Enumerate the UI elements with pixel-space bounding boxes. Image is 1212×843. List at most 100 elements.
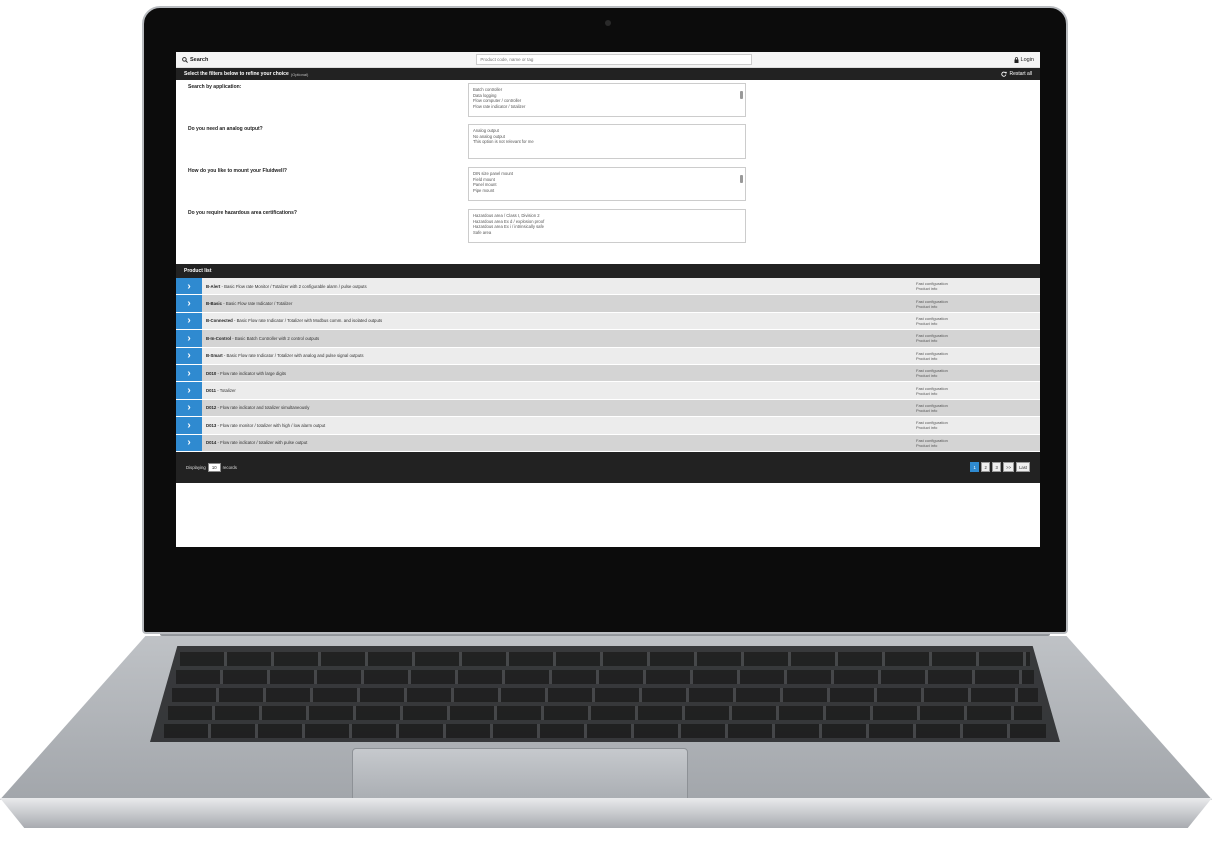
product-code[interactable]: D010 xyxy=(206,371,216,376)
select-option[interactable]: Flow rate indicator / totalizer xyxy=(473,104,741,110)
product-links: Fast configuration Product info xyxy=(916,368,1040,378)
analog-output-select[interactable]: Analog output No analog output This opti… xyxy=(468,124,746,159)
product-code[interactable]: D014 xyxy=(206,440,216,445)
select-option[interactable]: This option is not relevant for me xyxy=(473,139,741,145)
product-row[interactable]: › D014 - Flow rate indicator / totalizer … xyxy=(176,434,1040,452)
chevron-right-icon[interactable]: › xyxy=(176,312,202,330)
laptop-front-edge xyxy=(0,798,1212,828)
search-label: Search xyxy=(190,56,209,63)
product-description: - Basic Batch Controller with 2 control … xyxy=(231,335,320,341)
product-description: - Totalizer xyxy=(216,388,236,394)
restart-all-button[interactable]: Restart all xyxy=(1001,71,1032,77)
filter-section: Search by application: Batch controller … xyxy=(176,80,1040,264)
product-links: Fast configuration Product info xyxy=(916,386,1040,396)
product-info-link[interactable]: Product info xyxy=(916,443,1040,448)
product-info-link[interactable]: Product info xyxy=(916,321,1040,326)
product-info-link[interactable]: Product info xyxy=(916,425,1040,430)
product-code[interactable]: B-Smart xyxy=(206,353,223,358)
product-name[interactable]: D010 - Flow rate indicator with large di… xyxy=(206,371,916,376)
product-row[interactable]: › B-Alert - Basic Flow rate Monitor / Tot… xyxy=(176,278,1040,296)
product-name[interactable]: D011 - Totalizer xyxy=(206,388,916,393)
mounting-select[interactable]: DIN size panel mount Field mount Panel m… xyxy=(468,167,746,201)
chevron-right-icon[interactable]: › xyxy=(176,295,202,312)
page-button[interactable]: Last xyxy=(1016,462,1030,473)
product-list-header: Product list xyxy=(176,264,1040,278)
application-select[interactable]: Batch controller Data logging Flow compu… xyxy=(468,83,746,117)
pagination: 1 2 3 >> Last xyxy=(970,462,1030,473)
product-name[interactable]: D013 - Flow rate monitor / totalizer wit… xyxy=(206,423,916,428)
chevron-right-icon[interactable]: › xyxy=(176,347,202,364)
product-name[interactable]: B-In-Control - Basic Batch Controller wi… xyxy=(206,336,916,341)
keyboard xyxy=(150,646,1060,742)
product-info-link[interactable]: Product info xyxy=(916,286,1040,291)
product-links: Fast configuration Product info xyxy=(916,351,1040,361)
page-button[interactable]: 3 xyxy=(992,462,1002,473)
product-description: - Flow rate indicator with large digits xyxy=(216,370,287,376)
product-code[interactable]: B-Connected xyxy=(206,318,233,323)
scrollbar[interactable] xyxy=(740,86,743,114)
login-link[interactable]: Login xyxy=(1014,57,1034,63)
product-links: Fast configuration Product info xyxy=(916,420,1040,430)
hazardous-area-select[interactable]: Hazardous area / Class I, Division 2 Haz… xyxy=(468,209,746,243)
filter-optional-note: (Optional) xyxy=(290,71,309,77)
scrollbar[interactable] xyxy=(740,170,743,198)
product-row[interactable]: › B-Basic - Basic Flow rate Indicator / T… xyxy=(176,295,1040,313)
page-button[interactable]: 2 xyxy=(981,462,991,473)
product-name[interactable]: B-Connected - Basic Flow rate Indicator … xyxy=(206,318,916,323)
product-info-link[interactable]: Product info xyxy=(916,408,1040,413)
chevron-right-icon[interactable]: › xyxy=(176,417,202,434)
product-info-link[interactable]: Product info xyxy=(916,391,1040,396)
product-row[interactable]: › B-Smart - Basic Flow rate Indicator / T… xyxy=(176,347,1040,365)
page-button[interactable]: >> xyxy=(1003,462,1015,473)
chevron-right-icon[interactable]: › xyxy=(176,364,202,382)
search-link[interactable]: Search xyxy=(182,57,208,63)
product-name[interactable]: D014 - Flow rate indicator / totalizer w… xyxy=(206,440,916,445)
records-label: records xyxy=(222,464,237,470)
product-list: › B-Alert - Basic Flow rate Monitor / Tot… xyxy=(176,278,1040,452)
records-count-select[interactable]: 10 xyxy=(207,462,221,472)
product-name[interactable]: B-Smart - Basic Flow rate Indicator / To… xyxy=(206,353,916,358)
chevron-right-icon[interactable]: › xyxy=(176,330,202,347)
product-links: Fast configuration Product info xyxy=(916,281,1040,291)
product-description: - Basic Flow rate Indicator / Totalizer … xyxy=(232,318,383,324)
product-info-link[interactable]: Product info xyxy=(916,356,1040,361)
product-info-link[interactable]: Product info xyxy=(916,338,1040,343)
product-row[interactable]: › D011 - Totalizer Fast configuration Produ… xyxy=(176,382,1040,400)
select-option[interactable]: Safe area xyxy=(473,230,741,236)
displaying-label: Displaying xyxy=(186,464,206,470)
product-name[interactable]: D012 - Flow rate indicator and totalizer… xyxy=(206,405,916,410)
chevron-right-icon[interactable]: › xyxy=(176,382,202,399)
chevron-right-icon[interactable]: › xyxy=(176,434,202,451)
product-code[interactable]: D012 xyxy=(206,405,216,410)
product-code[interactable]: D013 xyxy=(206,423,216,428)
product-row[interactable]: › D013 - Flow rate monitor / totalizer wi… xyxy=(176,417,1040,435)
product-code[interactable]: B-Alert xyxy=(206,284,220,289)
product-row[interactable]: › B-Connected - Basic Flow rate Indicator… xyxy=(176,312,1040,331)
product-row[interactable]: › B-In-Control - Basic Batch Controller w… xyxy=(176,330,1040,348)
screen: Search Login Select the filters below to… xyxy=(176,52,1040,547)
product-description: - Flow rate indicator and totalizer simu… xyxy=(216,405,310,411)
product-description: - Flow rate monitor / totalizer with hig… xyxy=(216,422,326,428)
product-code[interactable]: D011 xyxy=(206,388,216,393)
lock-icon xyxy=(1014,56,1019,63)
product-row[interactable]: › D012 - Flow rate indicator and totalize… xyxy=(176,399,1040,418)
product-info-link[interactable]: Product info xyxy=(916,304,1040,309)
product-info-link[interactable]: Product info xyxy=(916,373,1040,378)
filter-question: Search by application: xyxy=(188,84,242,90)
product-code[interactable]: B-Basic xyxy=(206,301,222,306)
product-description: - Basic Flow rate Indicator / Totalizer xyxy=(222,301,293,307)
chevron-right-icon[interactable]: › xyxy=(176,278,202,295)
search-input[interactable] xyxy=(476,54,753,65)
product-code[interactable]: B-In-Control xyxy=(206,336,231,341)
product-row[interactable]: › D010 - Flow rate indicator with large d… xyxy=(176,364,1040,383)
webcam xyxy=(605,20,611,26)
filter-bar: Select the filters below to refine your … xyxy=(176,68,1040,80)
refresh-icon xyxy=(1001,71,1008,77)
page-button[interactable]: 1 xyxy=(970,462,980,473)
search-icon xyxy=(182,56,188,63)
select-option[interactable]: Pipe mount xyxy=(473,188,741,194)
chevron-right-icon[interactable]: › xyxy=(176,399,202,417)
product-name[interactable]: B-Alert - Basic Flow rate Monitor / Tota… xyxy=(206,284,916,289)
filter-title: Select the filters below to refine your … xyxy=(184,71,289,77)
product-name[interactable]: B-Basic - Basic Flow rate Indicator / To… xyxy=(206,301,916,306)
